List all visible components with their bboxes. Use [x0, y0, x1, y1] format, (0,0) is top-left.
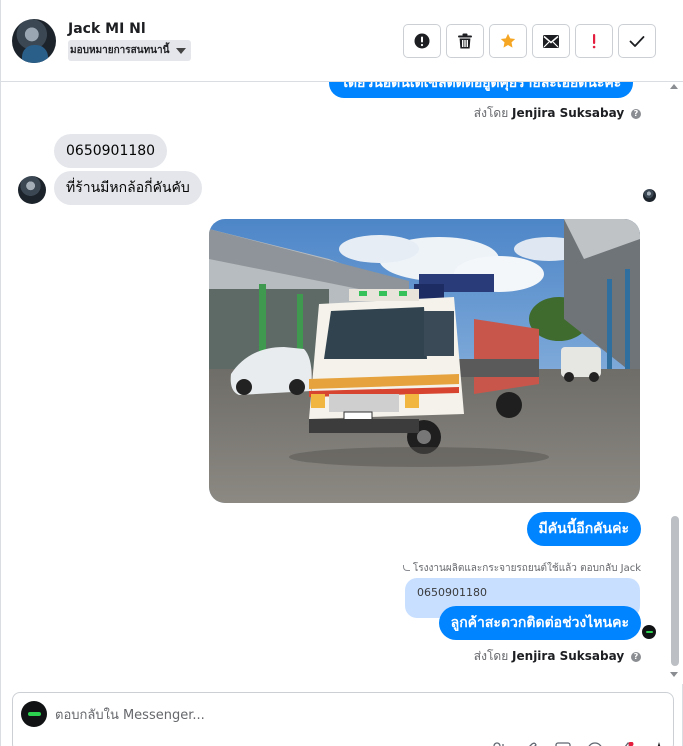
composer-toolbar — [475, 737, 667, 746]
sent-by-label: ส่งโดย Jenjira Suksabay ? — [474, 104, 641, 123]
outgoing-message[interactable]: มีคันนี้อีกคันค่ะ — [526, 512, 641, 546]
sent-by-prefix: ส่งโดย — [473, 649, 509, 663]
mark-unread-button[interactable] — [532, 24, 570, 58]
delete-button[interactable] — [446, 24, 484, 58]
reply-context: โรงงานผลิตและกระจายรถยนต์ใช้แล้ว ตอบกลับ… — [402, 561, 641, 576]
assign-label: มอบหมายการสนทนานี้ — [70, 45, 170, 56]
message-text: ที่ร้านมีหกล้อกี่คันคับ — [66, 180, 190, 196]
scroll-thumb[interactable] — [671, 516, 679, 666]
help-icon[interactable]: ? — [631, 652, 641, 662]
outgoing-message[interactable]: ไดยวนอดนเดเซลดดตอยูดคุยรายละเอยดนะคะ — [329, 82, 634, 98]
message-text: มีคันนี้อีกคันค่ะ — [538, 521, 629, 537]
message-text: 0650901180 — [66, 143, 156, 159]
caret-down-icon — [176, 48, 187, 54]
read-receipt-avatar — [642, 625, 656, 639]
reply-composer — [12, 692, 674, 746]
envelope-icon — [543, 34, 559, 48]
sent-by-label: ส่งโดย Jenjira Suksabay ? — [474, 647, 641, 666]
incoming-message[interactable]: ที่ร้านมีหกล้อกี่คันคับ — [54, 171, 202, 205]
read-receipt-avatar — [643, 189, 656, 202]
message-text: ลูกค้าสะดวกติดต่อช่วงไหนคะ — [450, 615, 629, 631]
trash-icon — [458, 33, 472, 49]
contact-avatar[interactable] — [12, 19, 56, 63]
star-button[interactable] — [489, 24, 527, 58]
saved-replies-icon[interactable] — [555, 737, 571, 746]
contact-avatar-small[interactable] — [18, 176, 46, 204]
agent-name: Jenjira Suksabay — [512, 649, 625, 663]
message-thread[interactable]: ไดยวนอดนเดเซลดดตอยูดคุยรายละเอยดนะคะ ส่ง… — [1, 82, 683, 684]
truck-photo — [209, 219, 640, 503]
message-text: ไดยวนอดนเดเซลดดตอยูดคุยรายละเอยดนะคะ — [341, 82, 622, 91]
agent-name: Jenjira Suksabay — [512, 106, 625, 120]
add-contact-icon[interactable] — [491, 737, 507, 746]
sent-by-prefix: ส่งโดย — [473, 106, 509, 120]
reply-context-text: โรงงานผลิตและกระจายรถยนต์ใช้แล้ว ตอบกลับ… — [412, 563, 641, 574]
thread-scrollbar[interactable] — [670, 84, 680, 680]
photo-message[interactable] — [209, 219, 640, 503]
emoji-icon[interactable] — [587, 737, 603, 746]
scroll-up-icon[interactable] — [670, 84, 678, 89]
incoming-message[interactable]: 0650901180 — [54, 134, 168, 168]
follow-up-button[interactable] — [575, 24, 613, 58]
contact-name[interactable]: Jack MI Nl — [68, 21, 146, 37]
check-icon — [629, 35, 645, 47]
quoted-text: 0650901180 — [417, 586, 487, 599]
outgoing-message[interactable]: ลูกค้าสะดวกติดต่อช่วงไหนคะ — [438, 606, 641, 640]
thumbs-up-icon[interactable] — [619, 737, 635, 746]
mark-done-button[interactable] — [618, 24, 656, 58]
reply-input[interactable] — [55, 705, 555, 725]
assign-conversation-dropdown[interactable]: มอบหมายการสนทนานี้ — [68, 40, 192, 61]
exclamation-icon — [592, 34, 596, 49]
attachment-icon[interactable] — [523, 737, 539, 746]
conversation-header: Jack MI Nl มอบหมายการสนทนานี้ — [1, 0, 683, 82]
inbox-conversation: Jack MI Nl มอบหมายการสนทนานี้ ไดยวนอดนเด… — [0, 0, 683, 746]
reply-icon — [402, 565, 410, 571]
spam-button[interactable] — [403, 24, 441, 58]
sparkle-icon[interactable] — [651, 737, 667, 746]
alert-circle-icon — [414, 33, 430, 49]
scroll-down-icon[interactable] — [670, 672, 678, 677]
page-avatar — [21, 701, 47, 727]
help-icon[interactable]: ? — [631, 109, 641, 119]
star-icon — [500, 33, 516, 48]
